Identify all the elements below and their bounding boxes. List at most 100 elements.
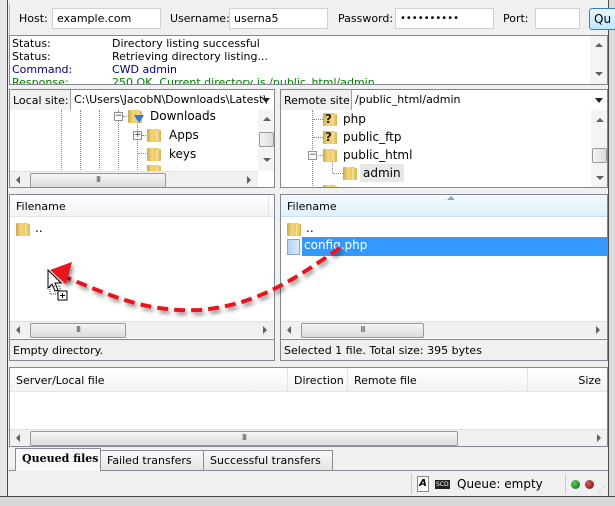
- local-status-line: Empty directory.: [9, 340, 275, 361]
- scroll-thumb[interactable]: [592, 148, 607, 163]
- password-input[interactable]: ••••••••••: [395, 8, 494, 29]
- scroll-right-icon[interactable]: [263, 326, 267, 334]
- host-label: Host:: [19, 12, 48, 25]
- password-label: Password:: [338, 12, 394, 25]
- log-message: CWD admin: [112, 63, 177, 76]
- scroll-up-icon[interactable]: [263, 117, 271, 121]
- log-message: 250 OK. Current directory is /public_htm…: [112, 76, 375, 85]
- window-frame-right: [608, 0, 615, 506]
- folder-icon: [16, 222, 32, 236]
- speed-limit-icon[interactable]: SCD: [435, 480, 450, 489]
- host-input[interactable]: example.com: [52, 8, 161, 29]
- local-site-bar: Local site: C:\Users\JacobN\Downloads\La…: [9, 89, 275, 111]
- scroll-thumb[interactable]: [301, 323, 424, 338]
- binary-mode-icon[interactable]: A: [417, 476, 429, 492]
- tree-item-label: public_ftp: [343, 130, 402, 144]
- tree-item-label: keys: [169, 147, 197, 161]
- scroll-left-icon[interactable]: [16, 176, 20, 184]
- scroll-thumb[interactable]: [259, 132, 274, 147]
- tree-item-label: admin: [360, 164, 404, 182]
- scroll-down-icon[interactable]: [595, 72, 603, 76]
- receive-led-icon: [585, 480, 594, 489]
- file-name: config.php: [304, 238, 368, 252]
- scroll-left-icon[interactable]: [287, 326, 291, 334]
- chevron-down-icon[interactable]: [262, 98, 270, 103]
- log-message: Directory listing successful: [112, 37, 260, 50]
- scroll-down-icon[interactable]: [263, 158, 271, 162]
- quickconnect-button[interactable]: Qu: [589, 8, 615, 30]
- scroll-right-icon[interactable]: [597, 434, 601, 442]
- local-tree-vscroll[interactable]: [258, 110, 274, 171]
- remote-file-list: Filename .. config.php: [280, 194, 608, 340]
- scroll-thumb[interactable]: [30, 173, 166, 187]
- log-row: Response: 250 OK. Current directory is /p…: [12, 76, 375, 85]
- tree-item-label: php: [343, 112, 366, 126]
- scroll-left-icon[interactable]: [16, 434, 20, 442]
- message-log: Status: Directory listing successful Stat…: [9, 35, 608, 85]
- column-header-direction[interactable]: Direction: [294, 374, 344, 387]
- tree-item-label: Downloads: [150, 110, 216, 123]
- local-tree-hscroll[interactable]: [10, 171, 258, 187]
- remote-status-line: Selected 1 file. Total size: 395 bytes: [280, 340, 608, 361]
- scroll-right-icon[interactable]: [596, 326, 600, 334]
- username-input[interactable]: userna5: [229, 8, 328, 29]
- folder-icon: [323, 184, 339, 187]
- scroll-down-icon[interactable]: [596, 176, 604, 180]
- tab-failed-transfers[interactable]: Failed transfers: [100, 450, 204, 470]
- column-header-filename[interactable]: Filename: [10, 195, 274, 217]
- sort-ascending-icon: [447, 196, 455, 200]
- status-bar: A SCD Queue: empty ⋰: [9, 472, 608, 496]
- local-site-path-select[interactable]: C:\Users\JacobN\Downloads\Latest\: [70, 90, 274, 110]
- file-name: ..: [306, 221, 314, 235]
- scroll-right-icon[interactable]: [247, 176, 251, 184]
- queue-tabs: Queued files Failed transfers Successful…: [9, 447, 608, 471]
- queue-status-text: Queue: empty: [457, 477, 543, 491]
- file-name: ..: [35, 221, 43, 235]
- chevron-down-icon[interactable]: [595, 98, 603, 103]
- log-row: Status: Directory listing successful: [12, 37, 260, 50]
- folder-icon: [147, 128, 163, 142]
- send-led-icon: [571, 480, 580, 489]
- collapse-icon[interactable]: −: [308, 151, 317, 160]
- remote-site-path-select[interactable]: /public_html/admin: [351, 90, 607, 110]
- file-icon: [287, 239, 300, 255]
- folder-icon: [147, 147, 163, 161]
- scroll-thumb[interactable]: [30, 323, 126, 338]
- collapse-icon[interactable]: −: [114, 112, 123, 121]
- tab-successful-transfers[interactable]: Successful transfers: [203, 450, 333, 470]
- column-header-label: Filename: [16, 200, 66, 213]
- column-header-remote-file[interactable]: Remote file: [354, 374, 417, 387]
- port-label: Port:: [503, 12, 529, 25]
- column-header-size[interactable]: Size: [578, 374, 601, 387]
- remote-directory-tree: ? php ? public_ftp − public_html admin: [280, 110, 608, 188]
- remote-site-path: /public_html/admin: [355, 93, 461, 106]
- transfer-queue: Server/Local file Direction Remote file …: [9, 367, 608, 447]
- log-type: Status:: [12, 37, 51, 50]
- log-scrollbar[interactable]: [590, 36, 607, 84]
- column-header-server-local-file[interactable]: Server/Local file: [16, 374, 105, 387]
- scroll-up-icon[interactable]: [595, 43, 603, 47]
- window-frame-bottom: [0, 496, 615, 506]
- log-type: Status:: [12, 50, 51, 63]
- remote-site-bar: Remote site: /public_html/admin: [280, 89, 608, 111]
- log-row: Command: CWD admin: [12, 63, 177, 76]
- remote-list-hscroll[interactable]: [281, 321, 607, 338]
- expand-icon[interactable]: +: [133, 131, 142, 140]
- scroll-up-icon[interactable]: [596, 118, 604, 122]
- column-header-label: Filename: [287, 200, 337, 213]
- local-list-hscroll[interactable]: [10, 321, 274, 338]
- folder-download-icon: [128, 110, 144, 123]
- local-directory-tree: − Downloads + Apps keys: [9, 110, 275, 188]
- column-header-filename[interactable]: Filename: [281, 195, 607, 217]
- scroll-thumb[interactable]: [30, 431, 458, 446]
- scroll-left-icon[interactable]: [16, 326, 20, 334]
- local-file-list: Filename ..: [9, 194, 275, 340]
- tree-item-label: public_html: [343, 148, 413, 162]
- port-input[interactable]: [535, 8, 580, 29]
- log-type: Response:: [12, 76, 69, 85]
- tab-queued-files[interactable]: Queued files: [15, 448, 101, 471]
- folder-unknown-icon: ?: [323, 130, 339, 144]
- resize-grip-icon[interactable]: ⋰: [598, 486, 605, 494]
- queue-hscroll[interactable]: [10, 429, 607, 446]
- remote-tree-vscroll[interactable]: [591, 110, 607, 187]
